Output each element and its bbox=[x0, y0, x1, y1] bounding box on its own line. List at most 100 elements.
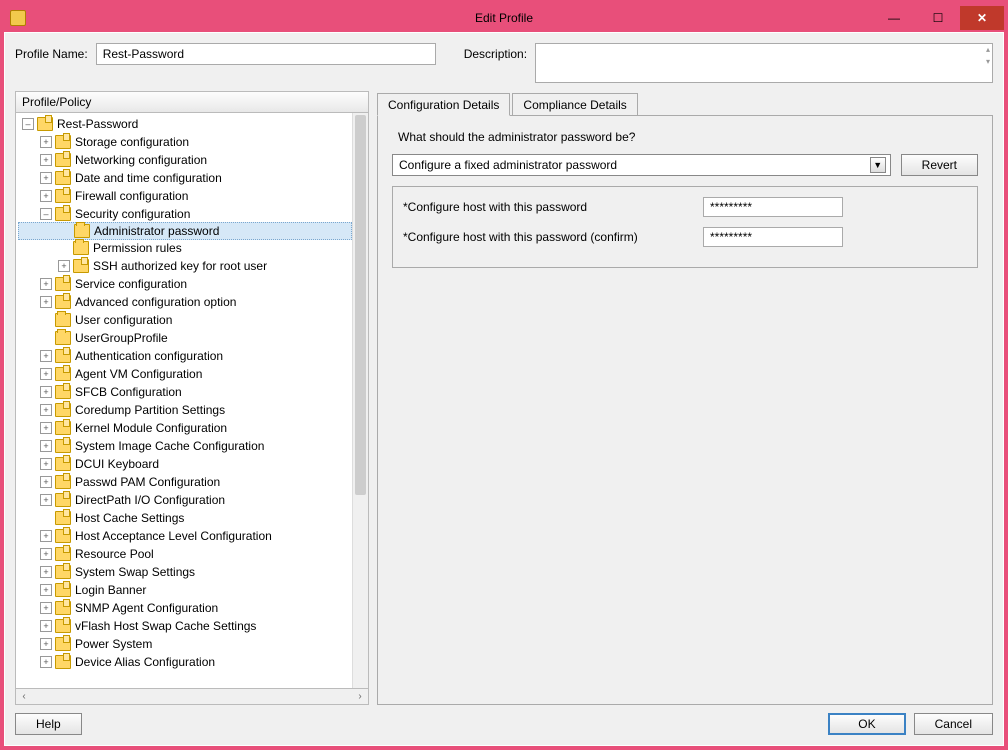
tree-item[interactable]: +Coredump Partition Settings bbox=[18, 401, 352, 419]
main-split: Profile/Policy –Rest-Password+Storage co… bbox=[15, 91, 993, 705]
tree[interactable]: –Rest-Password+Storage configuration+Net… bbox=[16, 113, 352, 688]
titlebar[interactable]: Edit Profile — ☐ ✕ bbox=[4, 4, 1004, 32]
tree-item[interactable]: +Login Banner bbox=[18, 581, 352, 599]
tree-item[interactable]: +System Swap Settings bbox=[18, 563, 352, 581]
password-mode-dropdown[interactable]: Configure a fixed administrator password… bbox=[392, 154, 891, 176]
tree-item[interactable]: UserGroupProfile bbox=[18, 329, 352, 347]
profile-icon bbox=[37, 117, 53, 131]
tree-horizontal-scrollbar[interactable]: ‹ › bbox=[15, 689, 369, 705]
details-panel: Configuration Details Compliance Details… bbox=[377, 91, 993, 705]
tree-item[interactable]: +Host Acceptance Level Configuration bbox=[18, 527, 352, 545]
option-row: Configure a fixed administrator password… bbox=[392, 154, 978, 176]
expander-icon[interactable]: + bbox=[40, 386, 52, 398]
revert-button[interactable]: Revert bbox=[901, 154, 978, 176]
tree-item[interactable]: +Storage configuration bbox=[18, 133, 352, 151]
tree-item[interactable]: – Security configuration bbox=[18, 205, 352, 223]
tree-item[interactable]: +Advanced configuration option bbox=[18, 293, 352, 311]
profile-icon bbox=[55, 619, 71, 633]
scroll-right-icon[interactable]: › bbox=[352, 691, 368, 702]
expander-icon[interactable]: + bbox=[40, 190, 52, 202]
expander-icon[interactable]: + bbox=[40, 296, 52, 308]
profile-name-input[interactable] bbox=[96, 43, 436, 65]
scrollbar-thumb[interactable] bbox=[355, 115, 366, 495]
expander-icon[interactable]: + bbox=[40, 476, 52, 488]
tree-root[interactable]: –Rest-Password bbox=[18, 115, 352, 133]
profile-tree-panel: Profile/Policy –Rest-Password+Storage co… bbox=[15, 91, 369, 705]
tree-item[interactable]: +Service configuration bbox=[18, 275, 352, 293]
tree-item[interactable]: +Kernel Module Configuration bbox=[18, 419, 352, 437]
description-textarea[interactable]: ▴▾ bbox=[535, 43, 993, 83]
tree-item-ssh-key[interactable]: +SSH authorized key for root user bbox=[18, 257, 352, 275]
expander-icon[interactable]: + bbox=[40, 136, 52, 148]
tree-item[interactable]: User configuration bbox=[18, 311, 352, 329]
expander-icon[interactable]: + bbox=[40, 584, 52, 596]
password-confirm-label: *Configure host with this password (conf… bbox=[403, 230, 703, 244]
tree-item[interactable]: +Date and time configuration bbox=[18, 169, 352, 187]
expander-icon[interactable]: – bbox=[40, 208, 52, 220]
expander-icon[interactable]: + bbox=[40, 566, 52, 578]
tree-item-label: DCUI Keyboard bbox=[75, 457, 159, 471]
tree-scrollbar[interactable] bbox=[352, 113, 368, 688]
expander-icon[interactable]: + bbox=[40, 350, 52, 362]
tree-item[interactable]: +vFlash Host Swap Cache Settings bbox=[18, 617, 352, 635]
scroll-left-icon[interactable]: ‹ bbox=[16, 691, 32, 702]
expander-icon[interactable]: + bbox=[40, 656, 52, 668]
tree-item[interactable]: +System Image Cache Configuration bbox=[18, 437, 352, 455]
expander-icon[interactable]: + bbox=[40, 278, 52, 290]
expander-icon[interactable]: + bbox=[40, 172, 52, 184]
tree-item[interactable]: +Resource Pool bbox=[18, 545, 352, 563]
minimize-button[interactable]: — bbox=[872, 6, 916, 30]
password-input[interactable] bbox=[703, 197, 843, 217]
expander-icon[interactable]: + bbox=[40, 620, 52, 632]
tree-item[interactable]: +Networking configuration bbox=[18, 151, 352, 169]
close-button[interactable]: ✕ bbox=[960, 6, 1004, 30]
password-label: *Configure host with this password bbox=[403, 200, 703, 214]
tree-item[interactable]: +Firewall configuration bbox=[18, 187, 352, 205]
tree-item[interactable]: + SNMP Agent Configuration bbox=[18, 599, 352, 617]
tab-compliance-details[interactable]: Compliance Details bbox=[512, 93, 637, 116]
tree-header: Profile/Policy bbox=[15, 91, 369, 112]
expander-icon[interactable]: + bbox=[40, 494, 52, 506]
maximize-button[interactable]: ☐ bbox=[916, 6, 960, 30]
folder-icon bbox=[55, 313, 71, 327]
expander-icon[interactable]: + bbox=[40, 548, 52, 560]
expander-icon[interactable]: + bbox=[40, 530, 52, 542]
tree-item-permission-rules[interactable]: Permission rules bbox=[18, 239, 352, 257]
tree-item[interactable]: Host Cache Settings bbox=[18, 509, 352, 527]
expander-icon[interactable]: + bbox=[40, 638, 52, 650]
tree-item[interactable]: + Authentication configuration bbox=[18, 347, 352, 365]
tab-configuration-details[interactable]: Configuration Details bbox=[377, 93, 510, 116]
profile-icon bbox=[55, 349, 71, 363]
expander-icon[interactable]: – bbox=[22, 118, 34, 130]
expander-icon[interactable]: + bbox=[40, 422, 52, 434]
tree-item[interactable]: +DirectPath I/O Configuration bbox=[18, 491, 352, 509]
ok-button[interactable]: OK bbox=[828, 713, 905, 735]
footer: Help OK Cancel bbox=[15, 705, 993, 735]
tree-item[interactable]: +Device Alias Configuration bbox=[18, 653, 352, 671]
cancel-button[interactable]: Cancel bbox=[914, 713, 993, 735]
tree-item[interactable]: +Power System bbox=[18, 635, 352, 653]
tree-item-label: Security configuration bbox=[75, 207, 190, 221]
tree-item-label: SFCB Configuration bbox=[75, 385, 182, 399]
expander-icon[interactable]: + bbox=[58, 260, 70, 272]
profile-icon bbox=[55, 277, 71, 291]
tree-item[interactable]: +Passwd PAM Configuration bbox=[18, 473, 352, 491]
tree-item-admin-password[interactable]: Administrator password bbox=[18, 222, 352, 240]
expander-icon[interactable]: + bbox=[40, 440, 52, 452]
tree-item-label: Authentication configuration bbox=[75, 349, 223, 363]
tree-item-label: Host Cache Settings bbox=[75, 511, 184, 525]
tree-item-label: SNMP Agent Configuration bbox=[75, 601, 218, 615]
tree-item-label: Agent VM Configuration bbox=[75, 367, 202, 381]
password-confirm-input[interactable] bbox=[703, 227, 843, 247]
expander-icon[interactable]: + bbox=[40, 404, 52, 416]
expander-icon[interactable]: + bbox=[40, 602, 52, 614]
window-controls: — ☐ ✕ bbox=[872, 6, 1004, 30]
tree-item[interactable]: + DCUI Keyboard bbox=[18, 455, 352, 473]
expander-icon[interactable]: + bbox=[40, 458, 52, 470]
profile-icon bbox=[55, 547, 71, 561]
expander-icon[interactable]: + bbox=[40, 154, 52, 166]
expander-icon[interactable]: + bbox=[40, 368, 52, 380]
help-button[interactable]: Help bbox=[15, 713, 82, 735]
tree-item[interactable]: + Agent VM Configuration bbox=[18, 365, 352, 383]
tree-item[interactable]: + SFCB Configuration bbox=[18, 383, 352, 401]
